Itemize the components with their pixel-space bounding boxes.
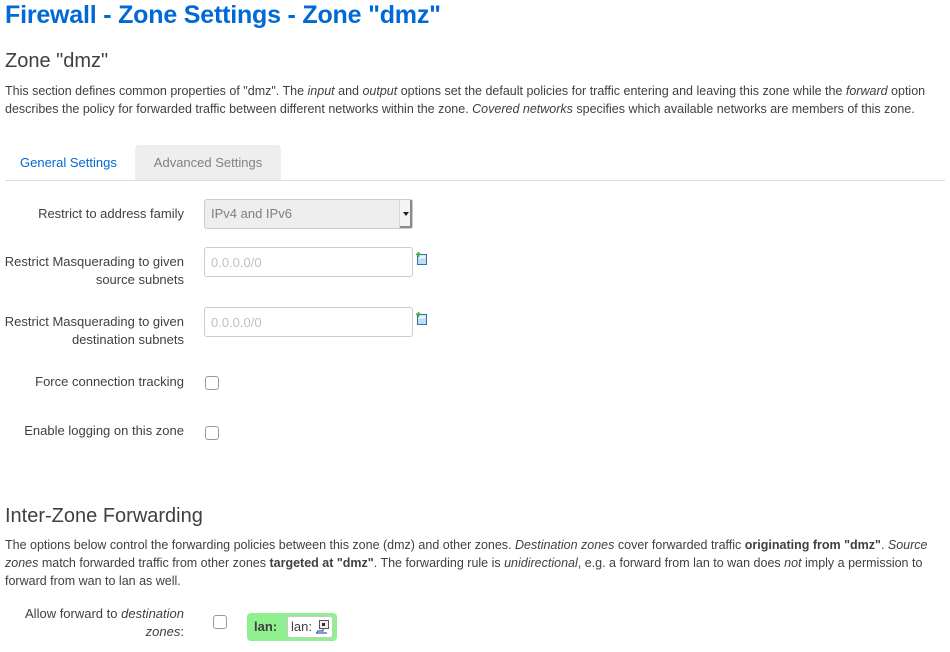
masq-src-label-line1: Restrict Masquerading to given — [4, 254, 184, 269]
dest-zones-label: Allow forward to destination zones: — [0, 605, 184, 641]
italic-text: forward — [845, 84, 888, 98]
italic-text: not — [784, 556, 802, 570]
italic-text: output — [362, 84, 398, 98]
tab-general-settings[interactable]: General Settings — [5, 145, 132, 180]
page-title: Firewall - Zone Settings - Zone "dmz" — [5, 1, 441, 29]
text-run: . — [880, 538, 888, 552]
text-run: options set the default policies for tra… — [397, 84, 846, 98]
italic-text: Destination zones — [515, 538, 615, 552]
text-run: specifies which available networks are m… — [572, 102, 915, 116]
text-run: cover forwarded traffic — [614, 538, 745, 552]
masq-dest-label-line2: destination subnets — [71, 332, 184, 347]
logging-checkbox[interactable] — [205, 426, 219, 440]
logging-label: Enable logging on this zone — [24, 423, 184, 438]
italic-text: Covered networks — [472, 102, 573, 116]
conntrack-checkbox[interactable] — [205, 376, 219, 390]
masq-src-label: Restrict Masquerading to given source su… — [0, 253, 184, 289]
text-run: The options below control the forwarding… — [5, 538, 516, 552]
text-run: match forwarded traffic from other zones — [38, 556, 270, 570]
address-family-value: IPv4 and IPv6 — [211, 206, 292, 221]
dest-zone-lan-checkbox[interactable] — [213, 615, 227, 629]
italic-text: input — [307, 84, 335, 98]
conntrack-label: Force connection tracking — [35, 374, 184, 389]
zone-network-label: lan: — [291, 619, 312, 634]
masq-src-input[interactable] — [204, 247, 413, 277]
forwarding-section-description: The options below control the forwarding… — [5, 536, 940, 590]
address-family-select[interactable]: IPv4 and IPv6 — [204, 199, 413, 229]
dest-zones-label-italic: destination zones — [121, 606, 184, 639]
zone-network: lan: — [287, 616, 333, 638]
add-entry-icon[interactable] — [416, 252, 427, 265]
forwarding-section-title: Inter-Zone Forwarding — [5, 505, 203, 527]
zone-name: lan: — [254, 619, 278, 634]
add-entry-icon[interactable] — [416, 312, 427, 325]
bold-text: targeted at "dmz" — [269, 556, 374, 570]
tab-advanced-settings[interactable]: Advanced Settings — [135, 145, 281, 180]
bold-text: originating from "dmz" — [744, 538, 881, 552]
italic-text: unidirectional — [504, 556, 578, 570]
zone-section-description: This section defines common properties o… — [5, 82, 940, 118]
text-run: . The forwarding rule is — [373, 556, 505, 570]
dropdown-arrow-icon — [399, 200, 412, 228]
settings-tabs: General Settings Advanced Settings — [5, 145, 945, 181]
masq-src-label-line2: source subnets — [95, 272, 184, 287]
dest-zones-label-suffix: : — [180, 624, 184, 639]
text-run: , e.g. a forward from lan to wan does — [577, 556, 785, 570]
zone-badge-lan[interactable]: lan: lan: — [247, 613, 337, 641]
masq-dest-label: Restrict Masquerading to given destinati… — [0, 313, 184, 349]
dest-zones-label-text: Allow forward to — [25, 606, 122, 621]
address-family-label: Restrict to address family — [38, 206, 184, 221]
text-run: This section defines common properties o… — [5, 84, 308, 98]
zone-section-title: Zone "dmz" — [5, 50, 109, 72]
masq-dest-input[interactable] — [204, 307, 413, 337]
text-run: and — [334, 84, 363, 98]
masq-dest-label-line1: Restrict Masquerading to given — [4, 314, 184, 329]
network-interface-icon — [316, 620, 329, 634]
